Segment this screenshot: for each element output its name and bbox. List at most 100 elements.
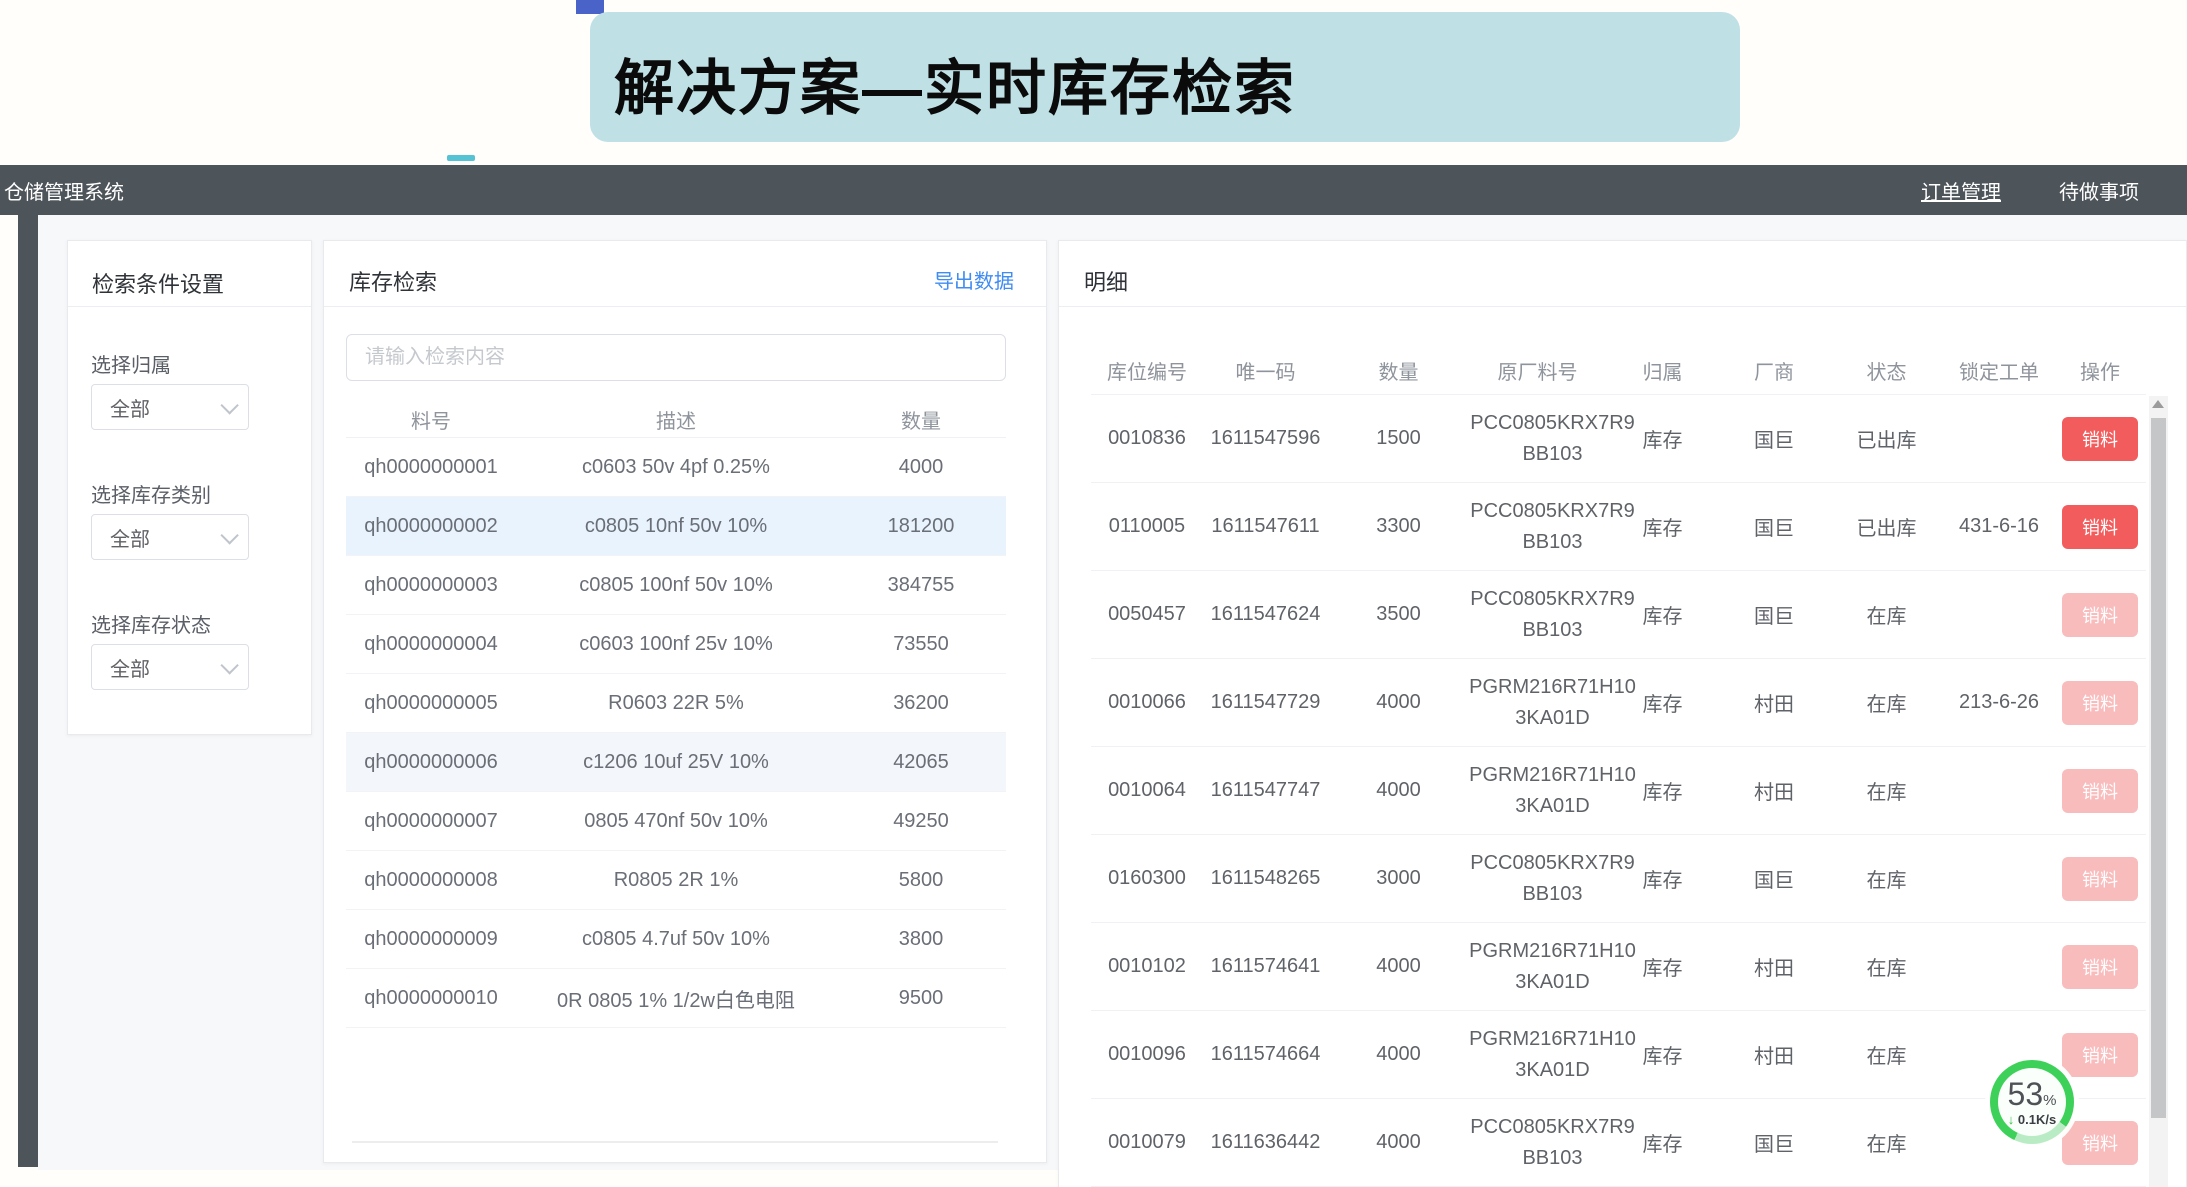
detail-cell-qty: 4000 [1328, 779, 1469, 802]
status-select[interactable]: 全部 [91, 644, 249, 690]
inventory-row[interactable]: qh0000000002c0805 10nf 50v 10%181200 [346, 497, 1006, 556]
detail-col-qty: 数量 [1328, 356, 1469, 385]
detail-cell-vendor: 村田 [1719, 952, 1829, 981]
vertical-scrollbar-track[interactable] [2149, 396, 2168, 1187]
sell-material-button[interactable]: 销料 [2062, 593, 2138, 637]
inventory-cell-pn: qh0000000007 [346, 810, 516, 833]
detail-cell-owner: 库存 [1606, 864, 1719, 893]
detail-cell-loc: 0010064 [1091, 779, 1203, 802]
detail-cell-uid: 1611547624 [1203, 603, 1328, 626]
app-canvas: 解决方案—实时库存检索 仓储管理系统 订单管理 待做事项 检索条件设置 选择归属… [0, 0, 2187, 1187]
detail-cell-action: 销料 [2054, 1033, 2146, 1077]
detail-cell-status: 在库 [1829, 864, 1944, 893]
sell-material-button[interactable]: 销料 [2062, 1033, 2138, 1077]
detail-cell-uid: 1611547729 [1203, 691, 1328, 714]
detail-row: 001007916116364424000PCC0805KRX7R9BB103库… [1091, 1099, 2146, 1187]
topbar-link-order-management[interactable]: 订单管理 [1921, 176, 2001, 205]
detail-table-header: 库位编号 唯一码 数量 原厂料号 归属 厂商 状态 锁定工单 操作 [1091, 353, 2146, 387]
detail-cell-action: 销料 [2054, 505, 2146, 549]
detail-col-owner: 归属 [1606, 356, 1719, 385]
vertical-scrollbar-thumb[interactable] [2151, 418, 2166, 1118]
scrollbar-up-arrow-icon[interactable] [2152, 400, 2164, 408]
export-data-link[interactable]: 导出数据 [934, 265, 1014, 294]
owner-select[interactable]: 全部 [91, 384, 249, 430]
detail-cell-uid: 1611636442 [1203, 1131, 1328, 1154]
inventory-col-pn: 料号 [346, 405, 516, 434]
detail-cell-uid: 1611547596 [1203, 427, 1328, 450]
detail-cell-status: 在库 [1829, 952, 1944, 981]
inventory-table-header: 料号 描述 数量 [346, 401, 1006, 437]
topbar-link-todo-items[interactable]: 待做事项 [2059, 176, 2139, 205]
detail-cell-mpn: PGRM216R71H103KA01D [1469, 936, 1606, 998]
detail-cell-owner: 库存 [1606, 1040, 1719, 1069]
inventory-cell-desc: c0805 4.7uf 50v 10% [516, 928, 836, 951]
detail-col-work-order: 锁定工单 [1944, 356, 2054, 385]
detail-cell-loc: 0160300 [1091, 867, 1203, 890]
sell-material-button[interactable]: 销料 [2062, 1121, 2138, 1165]
banner-blue-accent [576, 0, 604, 14]
sell-material-button[interactable]: 销料 [2062, 681, 2138, 725]
divider [68, 306, 311, 307]
horizontal-scrollbar[interactable] [352, 1141, 998, 1143]
inventory-row[interactable]: qh0000000004c0603 100nf 25v 10%73550 [346, 615, 1006, 674]
detail-cell-status: 在库 [1829, 688, 1944, 717]
inventory-row[interactable]: qh0000000008R0805 2R 1%5800 [346, 851, 1006, 910]
network-speed-overlay[interactable]: 53% ↓ 0.1K/s [1990, 1060, 2074, 1144]
inventory-table-body: qh0000000001c0603 50v 4pf 0.25%4000qh000… [346, 437, 1006, 1028]
detail-cell-owner: 库存 [1606, 1128, 1719, 1157]
detail-row: 001010216115746414000PGRM216R71H103KA01D… [1091, 923, 2146, 1011]
inventory-row[interactable]: qh0000000009c0805 4.7uf 50v 10%3800 [346, 910, 1006, 969]
inventory-row[interactable]: qh00000000100R 0805 1% 1/2w白色电阻9500 [346, 969, 1006, 1028]
filter-label-status: 选择库存状态 [91, 609, 211, 638]
inventory-row[interactable]: qh0000000006c1206 10uf 25V 10%42065 [346, 733, 1006, 792]
inventory-cell-qty: 49250 [836, 810, 1006, 833]
detail-cell-qty: 4000 [1328, 955, 1469, 978]
detail-cell-uid: 1611547747 [1203, 779, 1328, 802]
inventory-table: 料号 描述 数量 qh0000000001c0603 50v 4pf 0.25%… [346, 401, 1006, 1028]
search-input[interactable] [346, 334, 1006, 381]
page-title-banner: 解决方案—实时库存检索 [590, 12, 1740, 142]
inventory-row[interactable]: qh0000000001c0603 50v 4pf 0.25%4000 [346, 438, 1006, 497]
filter-label-category: 选择库存类别 [91, 479, 211, 508]
inventory-cell-pn: qh0000000009 [346, 928, 516, 951]
inventory-cell-qty: 5800 [836, 869, 1006, 892]
detail-cell-status: 在库 [1829, 1128, 1944, 1157]
page-title: 解决方案—实时库存检索 [614, 40, 1296, 127]
detail-row: 001009616115746644000PGRM216R71H103KA01D… [1091, 1011, 2146, 1099]
inventory-cell-qty: 73550 [836, 633, 1006, 656]
inventory-cell-desc: R0603 22R 5% [516, 692, 836, 715]
detail-cell-loc: 0010096 [1091, 1043, 1203, 1066]
detail-cell-loc: 0010102 [1091, 955, 1203, 978]
down-arrow-icon: ↓ [2008, 1112, 2015, 1127]
detail-cell-mpn: PCC0805KRX7R9BB103 [1469, 1112, 1606, 1174]
detail-cell-vendor: 村田 [1719, 688, 1829, 717]
inventory-row[interactable]: qh0000000005R0603 22R 5%36200 [346, 674, 1006, 733]
divider [324, 306, 1046, 307]
detail-cell-owner: 库存 [1606, 600, 1719, 629]
sell-material-button[interactable]: 销料 [2062, 769, 2138, 813]
detail-cell-qty: 4000 [1328, 1131, 1469, 1154]
detail-cell-mpn: PCC0805KRX7R9BB103 [1469, 408, 1606, 470]
detail-cell-loc: 0010066 [1091, 691, 1203, 714]
detail-cell-vendor: 国巨 [1719, 600, 1829, 629]
sell-material-button[interactable]: 销料 [2062, 857, 2138, 901]
detail-cell-owner: 库存 [1606, 424, 1719, 453]
sell-material-button[interactable]: 销料 [2062, 945, 2138, 989]
sell-material-button[interactable]: 销料 [2062, 505, 2138, 549]
detail-cell-mpn: PGRM216R71H103KA01D [1469, 1024, 1606, 1086]
inventory-row[interactable]: qh00000000070805 470nf 50v 10%49250 [346, 792, 1006, 851]
inventory-cell-desc: 0R 0805 1% 1/2w白色电阻 [516, 984, 836, 1013]
sell-material-button[interactable]: 销料 [2062, 417, 2138, 461]
category-select[interactable]: 全部 [91, 514, 249, 560]
detail-panel-title: 明细 [1084, 265, 1128, 297]
topbar-links: 订单管理 待做事项 [1921, 165, 2139, 215]
filter-label-owner: 选择归属 [91, 349, 171, 378]
detail-cell-vendor: 国巨 [1719, 864, 1829, 893]
inventory-cell-qty: 384755 [836, 574, 1006, 597]
inventory-col-qty: 数量 [836, 405, 1006, 434]
inventory-panel-title: 库存检索 [349, 265, 437, 297]
detail-cell-qty: 3000 [1328, 867, 1469, 890]
detail-cell-qty: 1500 [1328, 427, 1469, 450]
detail-cell-work_order: 213-6-26 [1944, 691, 2054, 714]
inventory-row[interactable]: qh0000000003c0805 100nf 50v 10%384755 [346, 556, 1006, 615]
